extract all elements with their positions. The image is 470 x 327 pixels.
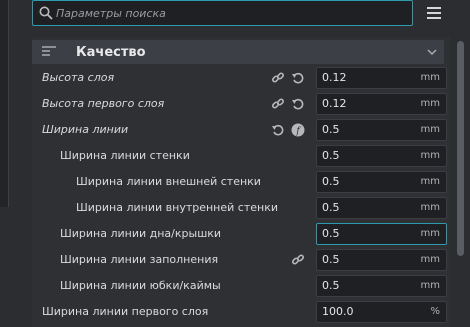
setting-label: Ширина линии юбки/каймы bbox=[60, 279, 221, 292]
setting-label: Ширина линии внутренней стенки bbox=[76, 201, 278, 214]
reset-icon[interactable] bbox=[291, 97, 305, 111]
setting-label: Ширина линии первого слоя bbox=[42, 305, 209, 318]
setting-row-initial-layer-line-width: Ширина линии первого слоя 100.0 % bbox=[32, 299, 452, 325]
setting-label: Ширина линии стенки bbox=[60, 149, 190, 162]
chevron-down-icon[interactable] bbox=[426, 46, 438, 58]
link-icon[interactable] bbox=[291, 253, 305, 267]
setting-label: Ширина линии дна/крышки bbox=[60, 227, 222, 240]
hamburger-menu-icon[interactable] bbox=[427, 7, 441, 19]
setting-label: Ширина линии bbox=[42, 123, 129, 136]
layer-height-input[interactable]: 0.12 mm bbox=[316, 67, 447, 89]
left-panel-edge bbox=[0, 0, 9, 207]
category-title: Качество bbox=[76, 44, 146, 60]
search-field[interactable] bbox=[32, 0, 413, 26]
setting-row-top-bottom-line-width: Ширина линии дна/крышки 0.5 mm bbox=[32, 221, 452, 247]
initial-layer-line-width-input[interactable]: 100.0 % bbox=[316, 301, 447, 323]
initial-layer-height-input[interactable]: 0.12 mm bbox=[316, 93, 447, 115]
setting-label: Высота первого слоя bbox=[42, 97, 165, 110]
setting-label: Ширина линии внешней стенки bbox=[76, 175, 261, 188]
skirt-brim-line-width-input[interactable]: 0.5 mm bbox=[316, 275, 447, 297]
search-input[interactable] bbox=[56, 6, 412, 20]
quality-icon bbox=[42, 46, 56, 58]
outer-wall-line-width-input[interactable]: 0.5 mm bbox=[316, 171, 447, 193]
reset-icon[interactable] bbox=[291, 71, 305, 85]
setting-row-wall-line-width: Ширина линии стенки 0.5 mm bbox=[32, 143, 452, 169]
setting-row-initial-layer-height: Высота первого слоя 0.12 mm bbox=[32, 91, 452, 117]
wall-line-width-input[interactable]: 0.5 mm bbox=[316, 145, 447, 167]
top-bottom-line-width-input[interactable]: 0.5 mm bbox=[316, 223, 447, 245]
setting-row-line-width: Ширина линии f 0.5 mm bbox=[32, 117, 452, 143]
reset-icon[interactable] bbox=[271, 123, 285, 137]
link-icon[interactable] bbox=[271, 97, 285, 111]
category-header-quality[interactable]: Качество bbox=[32, 40, 444, 64]
setting-row-outer-wall-line-width: Ширина линии внешней стенки 0.5 mm bbox=[32, 169, 452, 195]
link-icon[interactable] bbox=[271, 71, 285, 85]
setting-row-infill-line-width: Ширина линии заполнения 0.5 mm bbox=[32, 247, 452, 273]
line-width-input[interactable]: 0.5 mm bbox=[316, 119, 447, 141]
search-icon bbox=[39, 6, 53, 20]
setting-row-skirt-brim-line-width: Ширина линии юбки/каймы 0.5 mm bbox=[32, 273, 452, 299]
setting-label: Ширина линии заполнения bbox=[60, 253, 219, 266]
setting-row-inner-wall-line-width: Ширина линии внутренней стенки 0.5 mm bbox=[32, 195, 452, 221]
setting-label: Высота слоя bbox=[42, 71, 115, 84]
scrollbar-thumb[interactable] bbox=[457, 41, 464, 256]
inner-wall-line-width-input[interactable]: 0.5 mm bbox=[316, 197, 447, 219]
infill-line-width-input[interactable]: 0.5 mm bbox=[316, 249, 447, 271]
setting-row-layer-height: Высота слоя 0.12 mm bbox=[32, 65, 452, 91]
function-icon[interactable]: f bbox=[291, 123, 305, 137]
